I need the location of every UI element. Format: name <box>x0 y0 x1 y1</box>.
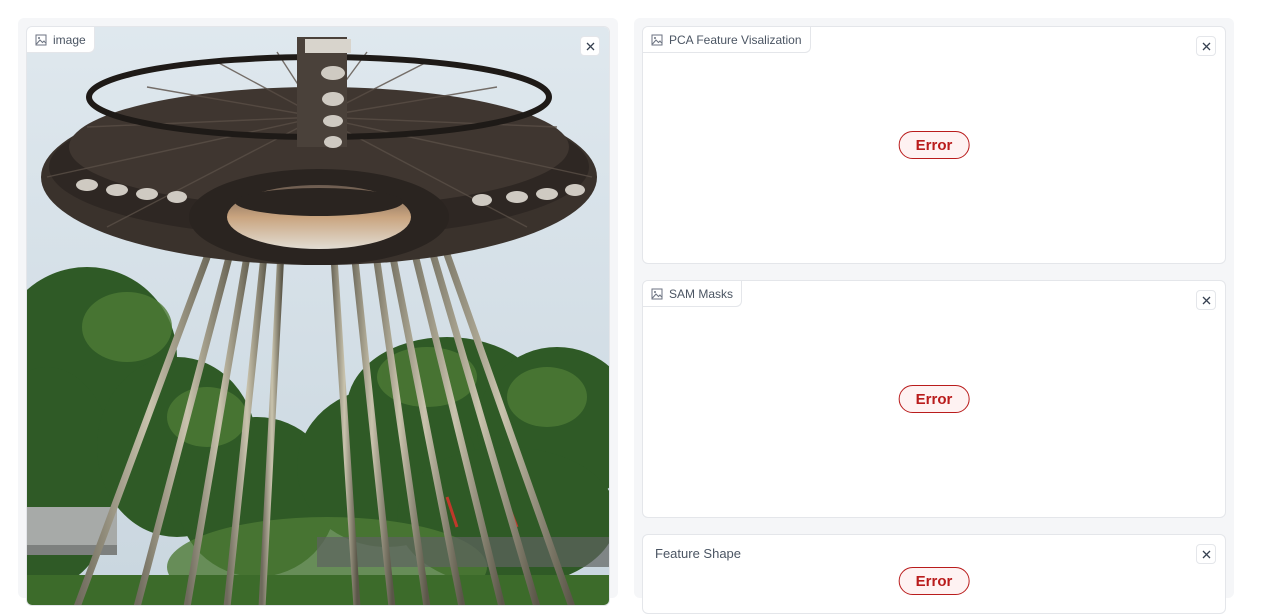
close-icon <box>1202 296 1210 304</box>
image-label: image <box>53 32 86 47</box>
sam-error-badge: Error <box>898 385 970 413</box>
left-column: image <box>18 18 618 606</box>
image-icon <box>651 288 663 299</box>
image-icon <box>651 34 663 45</box>
feature-error-badge: Error <box>898 567 970 595</box>
image-label-tag: image <box>27 27 95 53</box>
sam-panel: SAM Masks Error <box>642 280 1226 518</box>
close-icon <box>586 42 594 50</box>
feature-close-button[interactable] <box>1196 544 1216 564</box>
close-icon <box>1202 550 1210 558</box>
sam-label: SAM Masks <box>669 286 734 301</box>
pca-close-button[interactable] <box>1196 36 1216 56</box>
close-icon <box>1202 42 1210 50</box>
feature-shape-title: Feature Shape <box>655 546 742 561</box>
pca-label: PCA Feature Visalization <box>669 32 802 47</box>
sam-close-button[interactable] <box>1196 290 1216 310</box>
uploaded-photo <box>27 27 609 605</box>
right-column: PCA Feature Visalization Error SAM Masks… <box>634 18 1234 614</box>
pca-panel: PCA Feature Visalization Error <box>642 26 1226 264</box>
image-panel: image <box>26 26 610 606</box>
image-close-button[interactable] <box>580 36 600 56</box>
pca-error-badge: Error <box>898 131 970 159</box>
sam-label-tag: SAM Masks <box>643 281 743 307</box>
feature-shape-panel: Feature Shape Error <box>642 534 1226 614</box>
pca-label-tag: PCA Feature Visalization <box>643 27 811 53</box>
image-icon <box>35 34 47 45</box>
